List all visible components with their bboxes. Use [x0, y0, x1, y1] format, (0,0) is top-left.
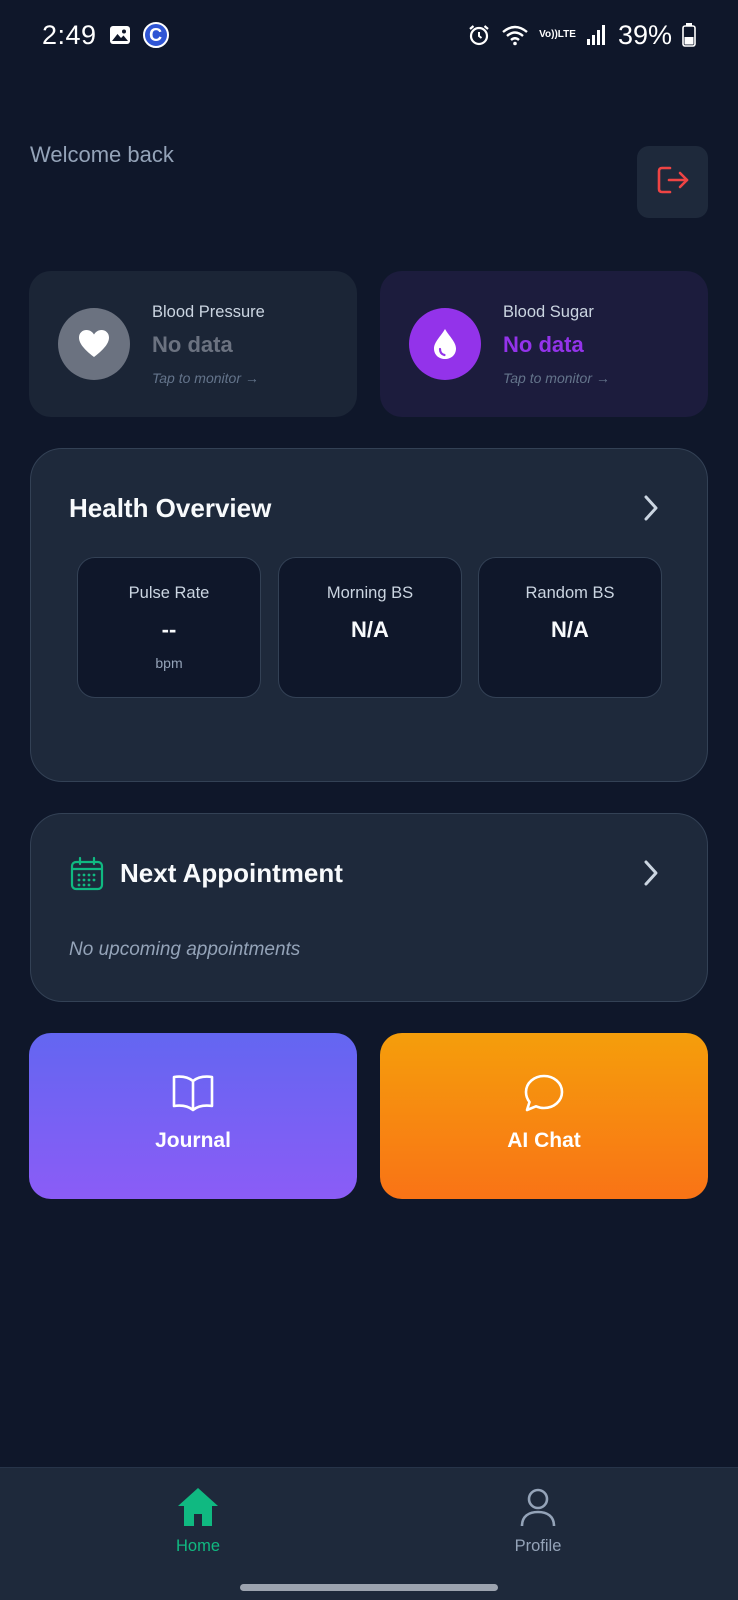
status-bar: 2:49 C Vo)) LTE 39%	[0, 0, 738, 70]
stat-label: Random BS	[525, 584, 615, 602]
next-appointment-title: Next Appointment	[120, 858, 343, 888]
health-overview-title: Health Overview	[69, 493, 272, 523]
journal-button[interactable]: Journal	[29, 1033, 357, 1199]
random-bs-stat: Random BS N/A	[478, 557, 662, 698]
next-appointment-card[interactable]: Next Appointment No upcoming appointment…	[30, 813, 708, 1002]
wifi-icon	[501, 24, 529, 46]
ai-chat-button[interactable]: AI Chat	[380, 1033, 708, 1199]
nav-profile[interactable]: Profile	[458, 1486, 618, 1556]
ai-chat-label: AI Chat	[507, 1129, 581, 1152]
journal-label: Journal	[155, 1129, 231, 1152]
blood-sugar-value: No data	[503, 331, 584, 357]
battery-icon	[682, 23, 696, 47]
pulse-rate-stat: Pulse Rate -- bpm	[77, 557, 261, 698]
nav-profile-label: Profile	[514, 1537, 562, 1555]
logout-icon	[653, 160, 693, 205]
bottom-nav: Home Profile	[0, 1467, 738, 1600]
blood-pressure-hint: Tap to monitor →	[152, 369, 259, 386]
status-time: 2:49	[42, 19, 97, 50]
alarm-icon	[467, 23, 491, 47]
stat-label: Pulse Rate	[128, 584, 210, 602]
home-icon	[118, 1486, 278, 1533]
chat-bubble-icon	[380, 1073, 708, 1113]
volte-lte-indicator: Vo)) LTE	[539, 29, 576, 40]
blood-pressure-label: Blood Pressure	[152, 302, 265, 321]
stat-value: N/A	[551, 617, 589, 642]
no-appointments-text: No upcoming appointments	[69, 939, 301, 960]
signal-icon	[586, 24, 608, 46]
blood-sugar-hint: Tap to monitor →	[503, 369, 610, 386]
chevron-right-icon[interactable]	[641, 493, 661, 528]
calendar-icon	[69, 856, 105, 897]
nav-home[interactable]: Home	[118, 1486, 278, 1556]
stat-unit: bpm	[155, 655, 183, 671]
nav-home-label: Home	[175, 1537, 220, 1555]
blood-sugar-label: Blood Sugar	[503, 302, 594, 321]
stat-label: Morning BS	[326, 584, 414, 602]
gallery-icon	[109, 24, 131, 46]
gesture-home-indicator[interactable]	[240, 1584, 498, 1591]
battery-percent: 39%	[617, 19, 672, 50]
blood-pressure-card[interactable]: Blood Pressure No data Tap to monitor →	[29, 271, 357, 417]
blood-pressure-value: No data	[152, 331, 233, 357]
health-overview-card[interactable]: Health Overview Pulse Rate -- bpm Mornin…	[30, 448, 708, 782]
stat-value: N/A	[351, 617, 389, 642]
morning-bs-stat: Morning BS N/A	[278, 557, 462, 698]
book-icon	[29, 1073, 357, 1113]
heart-icon	[58, 308, 130, 380]
logout-button[interactable]	[637, 146, 708, 218]
stat-value: --	[161, 617, 177, 642]
welcome-text: Welcome back	[30, 142, 174, 167]
app-notification-icon: C	[142, 22, 169, 48]
user-icon	[458, 1486, 618, 1533]
blood-sugar-card[interactable]: Blood Sugar No data Tap to monitor →	[380, 271, 708, 417]
chevron-right-icon[interactable]	[641, 858, 661, 893]
drop-icon	[409, 308, 481, 380]
